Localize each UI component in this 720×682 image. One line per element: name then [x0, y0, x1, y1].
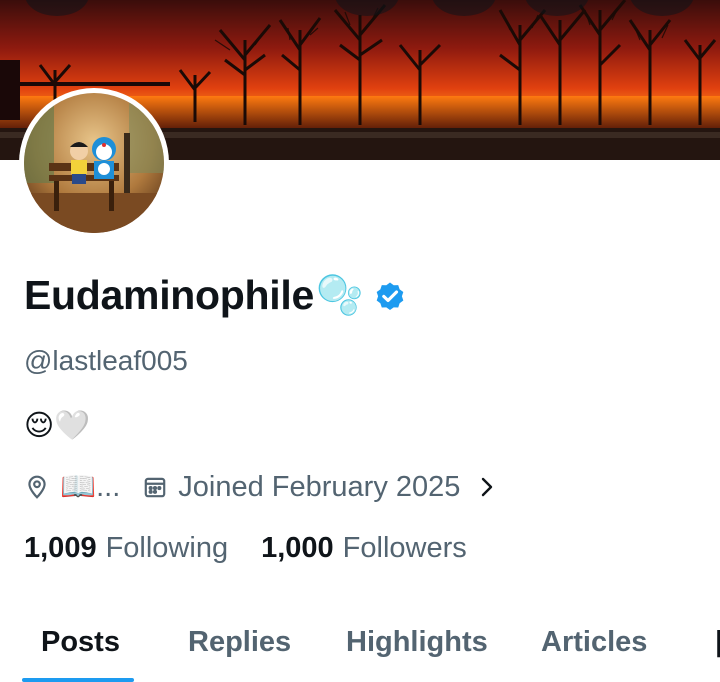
following-link[interactable]: 1,009 Following: [24, 532, 228, 565]
following-label: Following: [105, 532, 229, 564]
tab-overflow[interactable]: |: [715, 626, 720, 659]
profile-handle: @lastleaf005: [24, 345, 188, 376]
profile-bio: 😌🤍: [24, 410, 91, 442]
profile-tabs: Posts Replies Highlights Articles |: [0, 600, 720, 682]
profile-stats: 1,009 Following 1,000 Followers: [24, 532, 500, 565]
chevron-right-icon[interactable]: [478, 475, 496, 499]
tab-highlights[interactable]: Highlights: [346, 626, 488, 659]
avatar-image: [24, 93, 164, 233]
tab-posts[interactable]: Posts: [41, 626, 120, 659]
display-name: Eudaminophile: [24, 272, 314, 318]
verified-badge-icon[interactable]: [373, 279, 407, 313]
profile-joined-date: Joined February 2025: [178, 470, 461, 503]
profile-location: 📖...: [60, 471, 121, 503]
profile-name-row: Eudaminophile 🫧: [24, 272, 407, 319]
calendar-icon: [142, 474, 168, 500]
map-pin-icon: [24, 474, 50, 500]
followers-label: Followers: [342, 532, 467, 564]
bubbles-emoji: 🫧: [315, 274, 364, 317]
following-count: 1,009: [24, 532, 97, 564]
tab-articles[interactable]: Articles: [541, 626, 647, 659]
followers-link[interactable]: 1,000 Followers: [261, 532, 467, 565]
avatar[interactable]: [19, 88, 169, 238]
active-tab-indicator: [22, 678, 134, 682]
tab-replies[interactable]: Replies: [188, 626, 291, 659]
followers-count: 1,000: [261, 532, 334, 564]
profile-meta-row: 📖... Joined February 2025: [24, 470, 496, 504]
